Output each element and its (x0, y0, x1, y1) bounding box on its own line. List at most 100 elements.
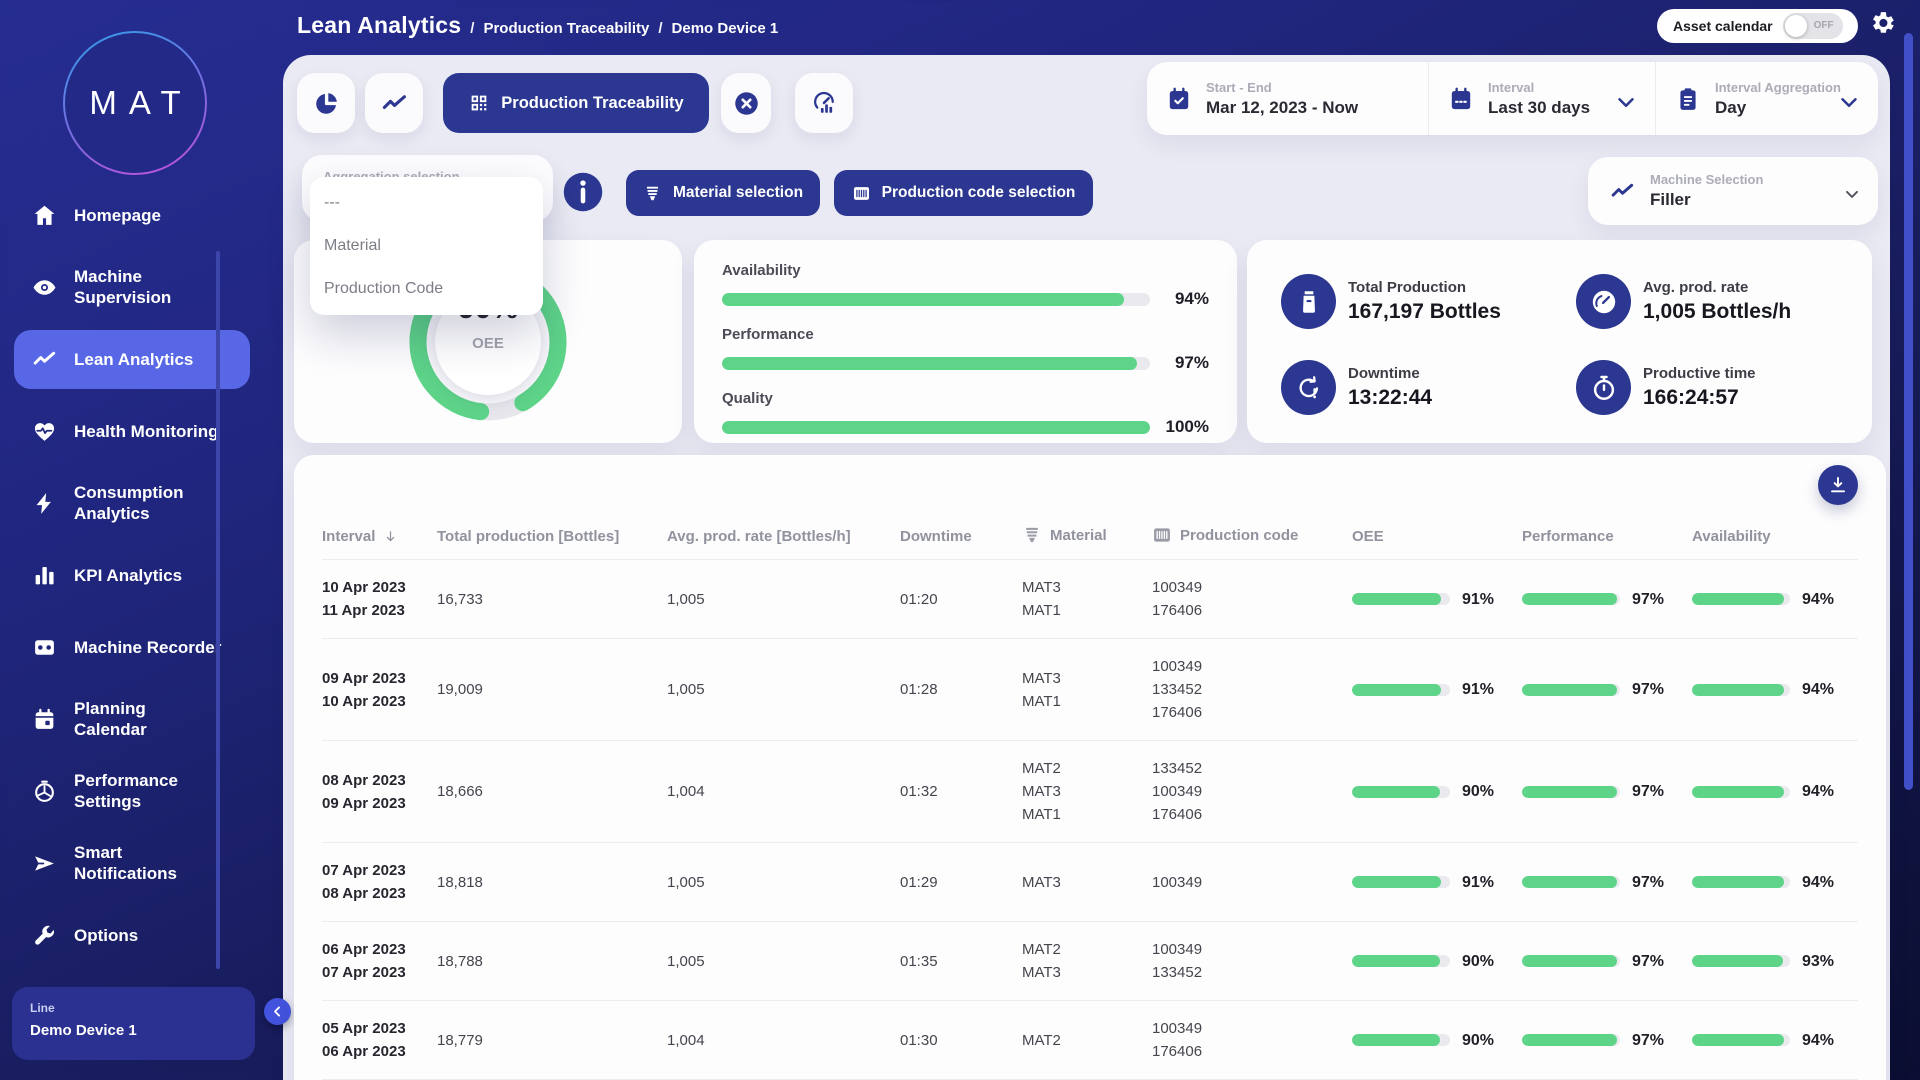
pie-view-button[interactable] (297, 73, 355, 133)
pct-track (1692, 876, 1790, 888)
production-traceability-view-button[interactable]: Production Traceability (443, 73, 709, 133)
column-header-performance[interactable]: Performance (1522, 528, 1692, 545)
device-card-name: Demo Device 1 (30, 1022, 237, 1039)
sidebar-scrollbar[interactable] (216, 251, 220, 969)
sidebar-item-label: Health Monitoring (74, 421, 218, 442)
breadcrumb: Lean Analytics / Production Traceability… (297, 12, 778, 44)
sidebar-item-label: Homepage (74, 205, 161, 226)
sidebar-item-performance-settings[interactable]: PerformanceSettings (0, 755, 283, 827)
sidebar-item-options[interactable]: Options (0, 899, 283, 971)
download-button[interactable] (1818, 465, 1858, 505)
bottle-icon (1295, 288, 1323, 316)
downtime-cell: 01:35 (900, 950, 1022, 973)
column-header-downtime[interactable]: Downtime (900, 528, 1022, 545)
sidebar-item-machine-recorder[interactable]: Machine Recorder (0, 611, 283, 683)
downtime-cell: 01:32 (900, 780, 1022, 803)
table-row[interactable]: 08 Apr 202309 Apr 202318,6661,00401:32MA… (322, 741, 1858, 843)
date-range-value: Mar 12, 2023 - Now (1206, 98, 1358, 118)
total-production-cell: 18,779 (437, 1029, 667, 1052)
home-icon (32, 203, 57, 228)
downtime-cell: 01:30 (900, 1029, 1022, 1052)
pct-track (1692, 786, 1790, 798)
table-row[interactable]: 05 Apr 202306 Apr 202318,7791,00401:30MA… (322, 1001, 1858, 1080)
material-selection-button[interactable]: Material selection (626, 170, 820, 216)
pct-track (1692, 593, 1790, 605)
stat-icon-circle (1281, 360, 1336, 415)
toggle-knob (1785, 15, 1807, 37)
sidebar-collapse-button[interactable] (264, 998, 291, 1025)
app-logo-text: MAT (77, 84, 192, 122)
gear-icon[interactable] (1871, 11, 1896, 36)
sidebar-item-consumption-analytics[interactable]: ConsumptionAnalytics (0, 467, 283, 539)
performance-cell: 97% (1522, 950, 1692, 973)
close-view-button[interactable] (721, 73, 771, 133)
sidebar-item-homepage[interactable]: Homepage (0, 179, 283, 251)
interval-aggregation-control[interactable]: Interval Aggregation Day (1655, 62, 1878, 135)
pct-track (1352, 876, 1450, 888)
sidebar-item-planning-calendar[interactable]: PlanningCalendar (0, 683, 283, 755)
interval-aggregation-label: Interval Aggregation (1715, 80, 1841, 95)
date-range-label: Start - End (1206, 80, 1358, 95)
dashboard-view-button[interactable] (795, 73, 853, 133)
pct-value: 90% (1462, 1029, 1494, 1052)
page-scrollbar[interactable] (1904, 33, 1913, 790)
stat-label: Productive time (1643, 365, 1756, 382)
chevron-down-icon (1613, 89, 1639, 115)
aggregation-option-material[interactable]: Material (310, 224, 543, 267)
sidebar-item-lean-analytics[interactable]: Lean Analytics (0, 323, 283, 395)
sidebar-item-machine-supervision[interactable]: MachineSupervision (0, 251, 283, 323)
column-header-availability[interactable]: Availability (1692, 528, 1858, 545)
column-header-material[interactable]: Material (1022, 525, 1152, 545)
sidebar-item-label: KPI Analytics (74, 565, 182, 586)
column-header-interval[interactable]: Interval (322, 528, 437, 545)
sidebar-item-smart-notifications[interactable]: SmartNotifications (0, 827, 283, 899)
stat-value: 167,197 Bottles (1348, 300, 1501, 324)
table-row[interactable]: 06 Apr 202307 Apr 202318,7881,00501:35MA… (322, 922, 1858, 1001)
interval-value: Last 30 days (1488, 98, 1590, 118)
interval-control[interactable]: Interval Last 30 days (1428, 62, 1655, 135)
pct-fill (1522, 876, 1617, 888)
kpi-bar-fill (722, 293, 1124, 306)
oee-cell: 91% (1352, 871, 1522, 894)
production-code-cell: 133452100349176406 (1152, 757, 1352, 826)
breadcrumb-section[interactable]: Production Traceability (483, 20, 649, 37)
material-cell: MAT2MAT3MAT1 (1022, 757, 1152, 826)
info-button[interactable] (562, 171, 604, 213)
material-icon (1022, 525, 1042, 545)
breadcrumb-root[interactable]: Lean Analytics (297, 12, 461, 39)
table-row[interactable]: 07 Apr 202308 Apr 202318,8181,00501:29MA… (322, 843, 1858, 922)
sidebar-item-health-monitoring[interactable]: Health Monitoring (0, 395, 283, 467)
aggregation-option-production-code[interactable]: Production Code (310, 268, 543, 311)
sidebar-item-kpi-analytics[interactable]: KPI Analytics (0, 539, 283, 611)
pct-fill (1352, 786, 1440, 798)
pct-fill (1522, 593, 1617, 605)
column-header-avg-rate[interactable]: Avg. prod. rate [Bottles/h] (667, 528, 900, 545)
bars-icon (32, 563, 57, 588)
column-header-production-code[interactable]: Production code (1152, 525, 1352, 545)
kpi-bar-availability: Availability94% (722, 262, 1209, 309)
rotate-alert-icon (1295, 374, 1323, 402)
date-range-control[interactable]: Start - End Mar 12, 2023 - Now (1147, 62, 1428, 135)
material-selection-label: Material selection (673, 184, 803, 202)
avg-rate-cell: 1,005 (667, 950, 900, 973)
device-card[interactable]: Line Demo Device 1 (12, 987, 255, 1060)
performance-cell: 97% (1522, 871, 1692, 894)
asset-calendar-label: Asset calendar (1673, 18, 1773, 34)
column-label: Availability (1692, 528, 1771, 545)
machine-selection-control[interactable]: Machine Selection Filler (1588, 157, 1878, 225)
asset-calendar-toggle[interactable]: OFF (1783, 13, 1843, 39)
table-row[interactable]: 09 Apr 202310 Apr 202319,0091,00501:28MA… (322, 639, 1858, 741)
column-header-total[interactable]: Total production [Bottles] (437, 528, 667, 545)
aggregation-option--[interactable]: --- (310, 181, 543, 224)
pct-fill (1352, 593, 1441, 605)
sidebar-item-label: Lean Analytics (74, 349, 193, 370)
column-header-oee[interactable]: OEE (1352, 528, 1522, 545)
total-production-cell: 18,666 (437, 780, 667, 803)
production-code-selection-button[interactable]: Production code selection (834, 170, 1093, 216)
stat-value: 166:24:57 (1643, 386, 1756, 410)
trend-view-button[interactable] (365, 73, 423, 133)
table-row[interactable]: 10 Apr 202311 Apr 202316,7331,00501:20MA… (322, 560, 1858, 639)
pct-fill (1352, 1034, 1440, 1046)
sidebar-item-label: ConsumptionAnalytics (74, 482, 184, 524)
breadcrumb-device[interactable]: Demo Device 1 (672, 20, 779, 37)
